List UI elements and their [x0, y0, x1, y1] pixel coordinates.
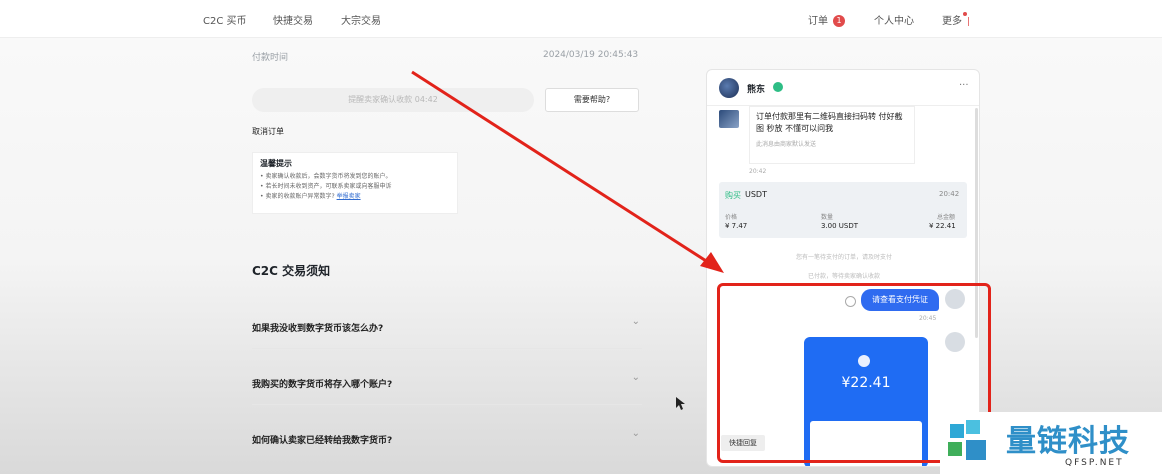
arrow-head-icon [700, 252, 724, 273]
watermark: 量链科技 QFSP.NET [940, 412, 1162, 474]
watermark-text: 量链科技 [1006, 424, 1130, 459]
watermark-logo-icon [948, 420, 986, 460]
page: C2C 买币 快捷交易 大宗交易 订单 1 个人中心 更多 | 付款时间 2024/… [0, 0, 1162, 474]
mouse-cursor-icon [676, 397, 685, 410]
watermark-subtext: QFSP.NET [1065, 458, 1124, 468]
arrow-line [411, 70, 715, 268]
annotation-arrow [411, 70, 724, 273]
